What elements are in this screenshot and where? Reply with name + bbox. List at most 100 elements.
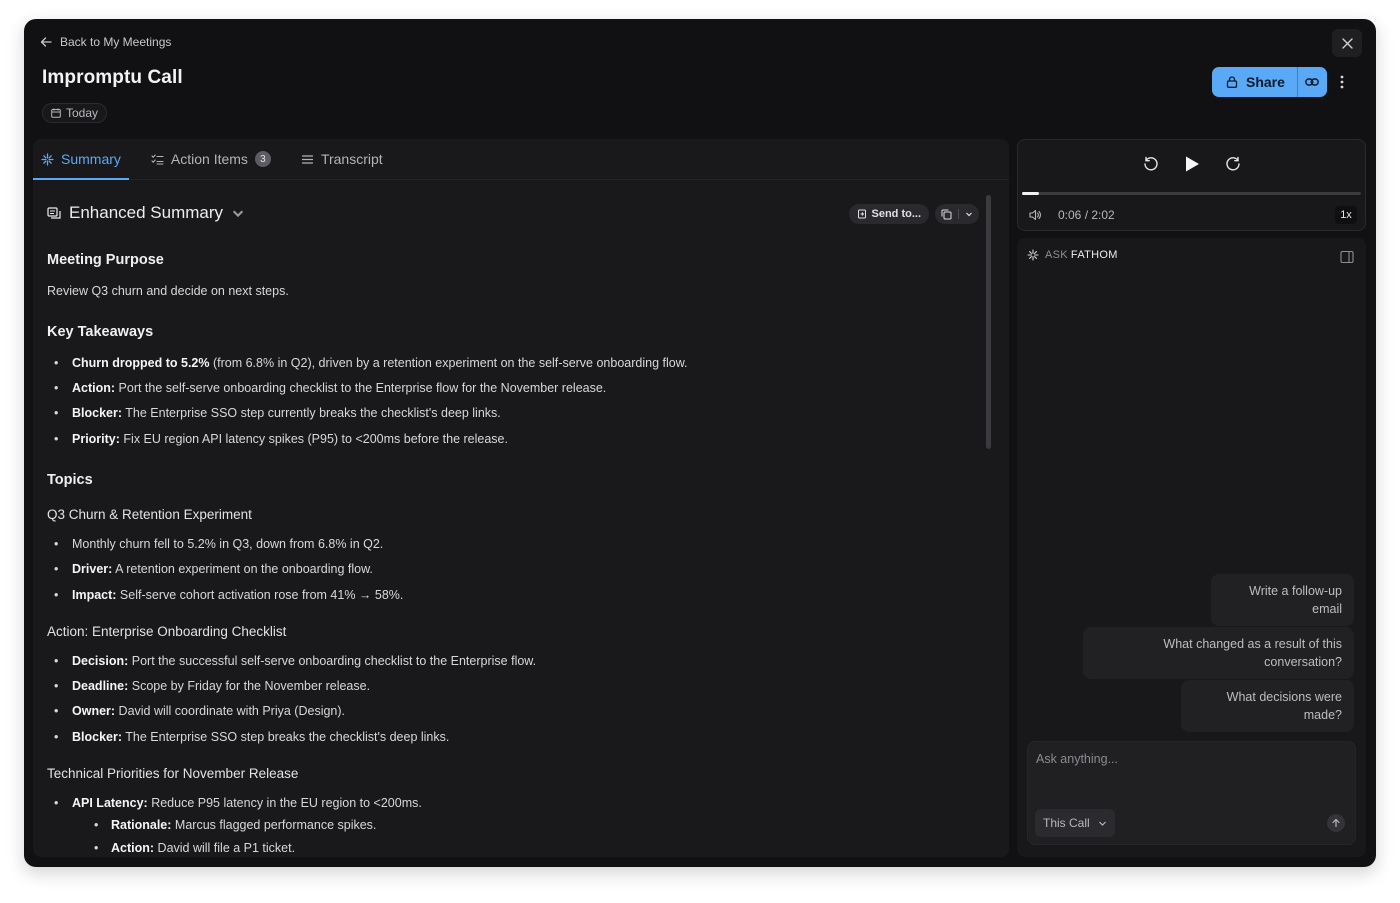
summary-scrollbar[interactable]	[986, 195, 991, 449]
takeaway-text: Port the self-serve onboarding checklist…	[115, 381, 607, 395]
export-icon	[857, 209, 866, 219]
topic-item-text: David will coordinate with Priya (Design…	[115, 704, 346, 718]
topic-subitem: Rationale: Marcus flagged performance sp…	[47, 819, 376, 832]
arrow-left-icon	[40, 37, 52, 47]
sparkle-icon	[41, 152, 54, 166]
sidebar-toggle-icon[interactable]	[1340, 250, 1354, 264]
forward-button[interactable]	[1224, 155, 1242, 173]
topic-item: Deadline: Scope by Friday for the Novemb…	[47, 680, 370, 693]
ask-input[interactable]	[1036, 752, 1336, 766]
topics-heading: Topics	[47, 472, 93, 488]
date-chip: Today	[42, 103, 108, 123]
topic-item-text: Reduce P95 latency in the EU region to <…	[147, 796, 422, 810]
lines-icon	[301, 154, 314, 164]
checklist-icon	[151, 153, 164, 165]
calendar-icon	[51, 108, 61, 118]
topic-item-text: Self-serve cohort activation rose from 4…	[116, 588, 404, 602]
suggestion-chip[interactable]: What changed as a result of this convers…	[1083, 627, 1354, 679]
scope-dropdown[interactable]: This Call	[1035, 809, 1115, 837]
tab-action-items[interactable]: Action Items 3	[143, 139, 279, 179]
player-time-row: 0:06 / 2:02 1x	[1028, 206, 1357, 224]
copy-group	[935, 204, 979, 224]
takeaway-text: (from 6.8% in Q2), driven by a retention…	[209, 356, 688, 370]
topic-item-bold: Impact:	[72, 588, 117, 602]
takeaway-bold: Priority:	[72, 432, 120, 446]
tab-action-items-label: Action Items	[170, 151, 248, 167]
suggestion-chip[interactable]: What decisions were made?	[1181, 680, 1354, 732]
topic-item-bold: Deadline:	[72, 679, 129, 693]
page-title: Impromptu Call	[42, 67, 183, 88]
topic-item-bold: Owner:	[72, 704, 116, 718]
topic-item-bold: Blocker:	[72, 730, 123, 744]
ask-label-prefix: ASK	[1045, 249, 1068, 261]
key-takeaways-heading: Key Takeaways	[47, 324, 154, 340]
send-button[interactable]	[1327, 814, 1345, 832]
send-to-label: Send to...	[871, 208, 922, 220]
takeaway-text: The Enterprise SSO step currently breaks…	[122, 406, 501, 420]
more-options-button[interactable]	[1332, 72, 1352, 92]
chevron-down-icon	[1098, 821, 1106, 826]
playback-time: 0:06 / 2:02	[1058, 208, 1115, 222]
rewind-button[interactable]	[1142, 155, 1160, 173]
player-controls	[1018, 154, 1365, 174]
chevron-down-icon	[232, 210, 244, 218]
tab-transcript[interactable]: Transcript	[293, 139, 391, 179]
close-icon	[1341, 37, 1353, 49]
summary-doc-icon	[47, 207, 61, 219]
topic-subitem-bold: Rationale:	[111, 818, 172, 832]
back-to-meetings-link[interactable]: Back to My Meetings	[40, 35, 171, 49]
suggestion-chip[interactable]: Write a follow-up email	[1211, 574, 1354, 626]
playback-speed-button[interactable]: 1x	[1335, 206, 1357, 224]
arrow-up-icon	[1332, 818, 1340, 828]
summary-actions: Send to...	[848, 204, 979, 224]
summary-panel: Summary Action Items 3 Transcript Enhanc…	[33, 139, 1009, 857]
back-link-label: Back to My Meetings	[60, 35, 172, 49]
takeaway-bold: Blocker:	[72, 406, 123, 420]
send-to-button[interactable]: Send to...	[848, 204, 929, 224]
summary-content: Enhanced Summary Send to... Meeting Purp…	[33, 181, 1009, 857]
share-button[interactable]: Share	[1212, 67, 1297, 97]
meeting-purpose-heading: Meeting Purpose	[47, 252, 164, 268]
audio-player: 0:06 / 2:02 1x	[1017, 139, 1366, 231]
sparkle-icon	[1027, 249, 1039, 261]
volume-icon[interactable]	[1028, 208, 1042, 222]
summary-type-dropdown[interactable]: Enhanced Summary	[47, 203, 245, 223]
chevron-down-icon[interactable]	[965, 210, 973, 218]
takeaway-text: Fix EU region API latency spikes (P95) t…	[119, 432, 508, 446]
share-group: Share	[1212, 67, 1327, 97]
forward-10-icon	[1225, 156, 1240, 171]
rewind-10-icon	[1143, 156, 1158, 171]
close-button[interactable]	[1332, 29, 1362, 57]
topic-title: Q3 Churn & Retention Experiment	[47, 507, 252, 522]
copy-link-button[interactable]	[1296, 67, 1327, 97]
action-items-count-badge: 3	[254, 151, 271, 167]
ask-input-box: This Call	[1027, 741, 1356, 845]
topic-title: Technical Priorities for November Releas…	[47, 766, 299, 781]
topic-item-bold: Decision:	[72, 654, 129, 668]
copy-icon[interactable]	[941, 209, 952, 220]
play-button[interactable]	[1182, 154, 1202, 174]
takeaway-item: Priority: Fix EU region API latency spik…	[47, 433, 508, 446]
lock-icon	[1226, 76, 1238, 88]
takeaway-bold: Churn dropped to 5.2%	[72, 356, 210, 370]
topic-item: Decision: Port the successful self-serve…	[47, 655, 536, 668]
topic-item-bold: Driver:	[72, 562, 113, 576]
ask-label-brand: FATHOM	[1070, 249, 1118, 261]
playback-progress-fill	[1022, 192, 1039, 195]
topic-item-bold: API Latency:	[72, 796, 148, 810]
playback-progress-bar[interactable]	[1022, 192, 1361, 195]
takeaway-bold: Action:	[72, 381, 116, 395]
summary-heading: Enhanced Summary	[69, 203, 224, 222]
takeaway-item: Churn dropped to 5.2% (from 6.8% in Q2),…	[47, 357, 688, 370]
tab-summary[interactable]: Summary	[33, 139, 129, 180]
topic-subitem: Action: David will file a P1 ticket.	[47, 842, 295, 855]
tab-transcript-label: Transcript	[320, 151, 383, 167]
topic-subitem-text: Marcus flagged performance spikes.	[171, 818, 377, 832]
takeaway-item: Action: Port the self-serve onboarding c…	[47, 382, 606, 395]
share-label: Share	[1246, 74, 1285, 90]
ask-fathom-panel: ASK FATHOM Write a follow-up email What …	[1017, 238, 1366, 857]
tab-bar: Summary Action Items 3 Transcript	[33, 139, 1009, 180]
topic-item: Owner: David will coordinate with Priya …	[47, 705, 345, 718]
topic-item-text: A retention experiment on the onboarding…	[112, 562, 373, 576]
topic-item-text: Port the successful self-serve onboardin…	[128, 654, 537, 668]
